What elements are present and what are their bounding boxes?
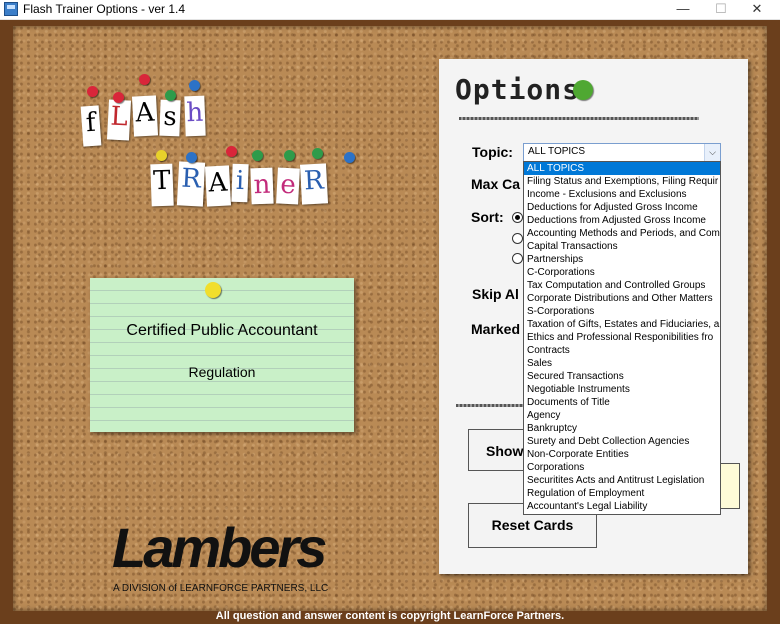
topic-option[interactable]: Negotiable Instruments	[524, 383, 720, 396]
logo-letter: A	[131, 95, 159, 137]
pushpin-icon	[186, 152, 197, 163]
pushpin-icon	[165, 90, 176, 101]
topic-option[interactable]: Taxation of Gifts, Estates and Fiduciari…	[524, 318, 720, 331]
pushpin-icon	[226, 146, 237, 157]
topic-option[interactable]: Non-Corporate Entities	[524, 448, 720, 461]
close-button[interactable]: ✕	[734, 0, 780, 19]
topic-option[interactable]: Deductions from Adjusted Gross Income	[524, 214, 720, 227]
topic-option[interactable]: Agency	[524, 409, 720, 422]
topic-label: Topic:	[472, 144, 513, 160]
skip-all-label: Skip Al	[472, 286, 519, 302]
topic-option[interactable]: Tax Computation and Controlled Groups	[524, 279, 720, 292]
topic-option[interactable]: C-Corporations	[524, 266, 720, 279]
pushpin-icon	[189, 80, 200, 91]
topic-option[interactable]: Filing Status and Exemptions, Filing Req…	[524, 175, 720, 188]
topic-option[interactable]: Accounting Methods and Periods, and Com	[524, 227, 720, 240]
topic-select-value: ALL TOPICS	[528, 146, 586, 157]
window-title: Flash Trainer Options - ver 1.4	[23, 2, 186, 16]
index-card: Certified Public Accountant Regulation	[90, 278, 354, 432]
divider	[459, 117, 699, 120]
topic-option[interactable]: Corporate Distributions and Other Matter…	[524, 292, 720, 305]
topic-option[interactable]: Capital Transactions	[524, 240, 720, 253]
topic-option[interactable]: Deductions for Adjusted Gross Income	[524, 201, 720, 214]
pushpin-icon	[205, 282, 221, 298]
pushpin-icon	[573, 80, 593, 100]
logo-letter: s	[159, 99, 181, 137]
sort-radio-1[interactable]	[512, 212, 523, 223]
pushpin-icon	[113, 92, 124, 103]
pushpin-icon	[344, 152, 355, 163]
logo-letter: R	[299, 163, 329, 205]
copyright-footer: All question and answer content is copyr…	[215, 610, 565, 622]
topic-option[interactable]: Regulation of Employment	[524, 487, 720, 500]
title-bar: Flash Trainer Options - ver 1.4 — ☐ ✕	[0, 0, 780, 20]
chevron-down-icon[interactable]: ⌵	[704, 144, 720, 161]
logo-letter: L	[106, 99, 132, 141]
logo-letter: T	[150, 163, 174, 207]
topic-option[interactable]: Income - Exclusions and Exclusions	[524, 188, 720, 201]
topic-select[interactable]: ALL TOPICS ⌵	[523, 143, 721, 162]
pushpin-icon	[156, 150, 167, 161]
pushpin-icon	[139, 74, 150, 85]
topic-option[interactable]: Bankruptcy	[524, 422, 720, 435]
topic-option[interactable]: Corporations	[524, 461, 720, 474]
card-subtitle: Regulation	[188, 364, 256, 380]
topic-option[interactable]: Documents of Title	[524, 396, 720, 409]
marked-label: Marked	[471, 321, 521, 337]
logo-letter: h	[184, 95, 206, 137]
topic-option[interactable]: ALL TOPICS	[524, 162, 720, 175]
topic-option[interactable]: Accountant's Legal Liability	[524, 500, 720, 513]
logo-letter: i	[231, 163, 249, 203]
pushpin-icon	[87, 86, 98, 97]
yellow-field[interactable]	[719, 463, 740, 509]
topic-dropdown-list[interactable]: ALL TOPICS Filing Status and Exemptions,…	[523, 161, 721, 515]
sort-radio-3[interactable]	[512, 253, 523, 264]
sort-radio-2[interactable]	[512, 233, 523, 244]
card-title: Certified Public Accountant	[126, 322, 318, 339]
lambers-tagline: A DIVISION of LEARNFORCE PARTNERS, LLC	[113, 583, 329, 594]
topic-option[interactable]: Securitites Acts and Antitrust Legislati…	[524, 474, 720, 487]
app-icon	[4, 2, 18, 16]
max-cards-label: Max Ca	[471, 176, 521, 192]
topic-option[interactable]: Surety and Debt Collection Agencies	[524, 435, 720, 448]
pushpin-icon	[252, 150, 263, 161]
topic-option[interactable]: Secured Transactions	[524, 370, 720, 383]
lambers-logo: Lambers	[112, 516, 327, 579]
logo-letter: R	[176, 161, 206, 207]
sort-label: Sort:	[471, 209, 504, 225]
topic-option[interactable]: Partnerships	[524, 253, 720, 266]
options-title: Options	[455, 73, 581, 106]
divider	[456, 404, 526, 407]
pushpin-icon	[312, 148, 323, 159]
logo-letter: e	[276, 167, 300, 205]
topic-option[interactable]: S-Corporations	[524, 305, 720, 318]
topic-option[interactable]: Contracts	[524, 344, 720, 357]
logo-letter: A	[204, 165, 232, 207]
topic-option[interactable]: Sales	[524, 357, 720, 370]
logo-letter: n	[250, 167, 274, 205]
pushpin-icon	[284, 150, 295, 161]
topic-option[interactable]: Ethics and Professional Responibilities …	[524, 331, 720, 344]
logo-letter: f	[80, 105, 102, 147]
